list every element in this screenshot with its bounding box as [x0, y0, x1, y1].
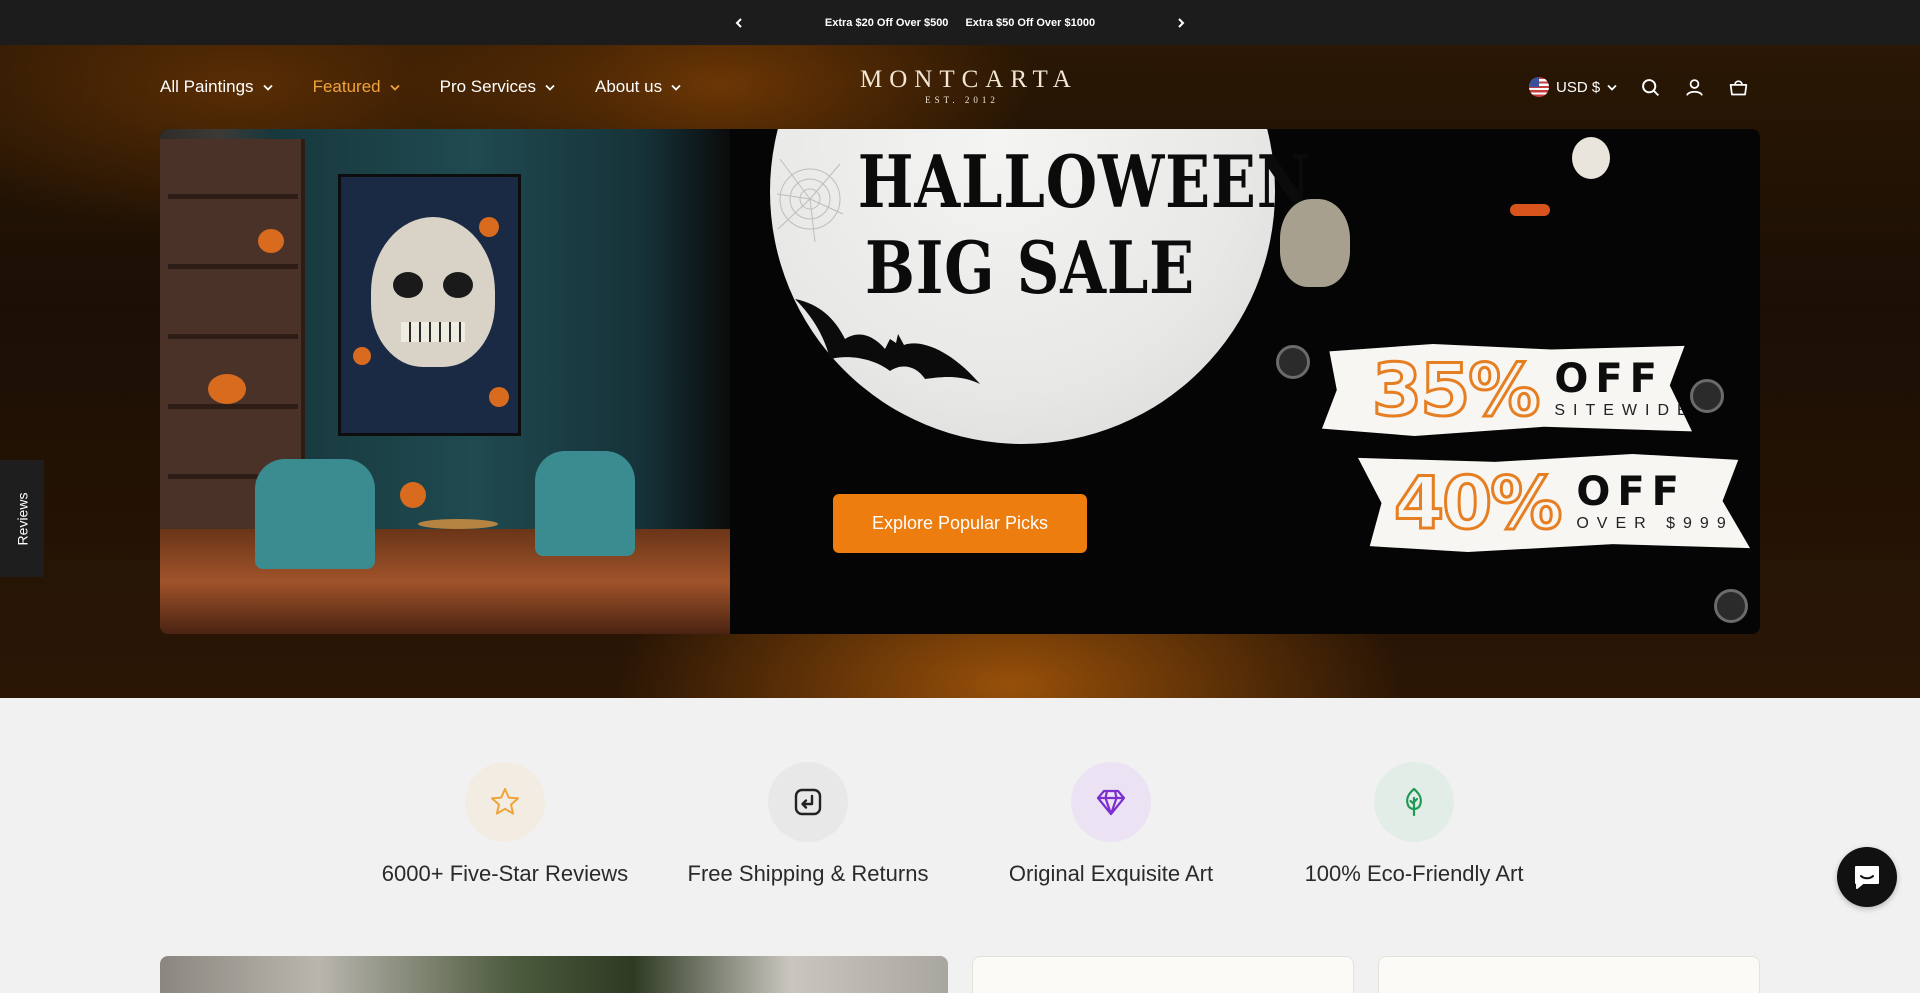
- nav-all-paintings[interactable]: All Paintings: [160, 70, 273, 104]
- announcement-message: Extra $20 Off Over $500: [824, 16, 949, 29]
- chevron-left-icon: [735, 17, 742, 28]
- chevron-down-icon: [389, 84, 400, 91]
- announcement-message: Extra $50 Off Over $1000: [965, 16, 1096, 29]
- feature-shipping: Free Shipping & Returns: [658, 762, 958, 887]
- nav-label: About us: [594, 77, 663, 96]
- chevron-down-icon: [671, 84, 681, 91]
- tree-icon: [1406, 787, 1422, 817]
- product-card[interactable]: [1378, 956, 1760, 993]
- account-icon: [1685, 78, 1703, 96]
- feature-icon-circle: [768, 762, 848, 842]
- nav-about-us[interactable]: About us: [595, 70, 681, 104]
- product-card[interactable]: [160, 956, 948, 993]
- feature-label: Free Shipping & Returns: [687, 861, 929, 886]
- chevron-down-icon: [262, 84, 273, 91]
- chevron-down-icon: [1607, 84, 1617, 91]
- return-icon: [794, 788, 822, 816]
- us-flag-icon: [1529, 77, 1549, 97]
- banner-room-image: [160, 129, 730, 634]
- site-logo[interactable]: MONTCARTA EST. 2012: [860, 66, 1078, 105]
- reviews-side-tab[interactable]: Reviews: [0, 460, 44, 577]
- spiderweb-icon: [776, 158, 844, 243]
- logo-wordmark: MONTCARTA: [860, 66, 1078, 93]
- nav-label: Featured: [312, 77, 381, 96]
- product-card[interactable]: [972, 956, 1354, 993]
- offer-off-label: OFF: [1576, 469, 1686, 515]
- logo-established: EST. 2012: [925, 95, 999, 105]
- offer-subtext: SITEWIDE: [1554, 402, 1696, 419]
- currency-label: USD $: [1556, 78, 1601, 96]
- feature-icon-circle: [1374, 762, 1454, 842]
- chevron-down-icon: [545, 84, 555, 91]
- chat-button[interactable]: [1837, 847, 1897, 907]
- chevron-right-icon: [1178, 17, 1185, 28]
- nav-label: Pro Services: [439, 77, 536, 96]
- offer-subtext: OVER $999: [1576, 515, 1734, 532]
- currency-selector[interactable]: USD $: [1529, 71, 1617, 103]
- explore-popular-picks-button[interactable]: Explore Popular Picks: [833, 494, 1087, 553]
- nav-label: All Paintings: [160, 77, 254, 96]
- nav-pro-services[interactable]: Pro Services: [440, 70, 555, 104]
- feature-icon-circle: [465, 762, 545, 842]
- account-button[interactable]: [1679, 71, 1709, 103]
- main-nav: All Paintings Featured Pro Services Abou…: [160, 70, 681, 104]
- chat-icon: [1855, 866, 1879, 889]
- offer-percent: 35%: [1370, 347, 1541, 434]
- reviews-tab-label: Reviews: [14, 492, 30, 545]
- offer-tag-sitewide: 35% OFF SITEWIDE: [1322, 344, 1692, 436]
- offer-tag-over-999: 40% OFF OVER $999: [1358, 454, 1750, 552]
- announcement-bar: Extra $20 Off Over $500 Extra $50 Off Ov…: [0, 0, 1920, 45]
- search-icon: [1641, 78, 1659, 96]
- feature-label: Original Exquisite Art: [1008, 861, 1214, 886]
- offer-percent: 40%: [1392, 460, 1563, 547]
- feature-icon-circle: [1071, 762, 1151, 842]
- nav-featured[interactable]: Featured: [313, 70, 400, 104]
- feature-label: 100% Eco-Friendly Art: [1304, 861, 1524, 886]
- bat-icon: [795, 299, 980, 384]
- cart-button[interactable]: [1723, 71, 1753, 103]
- hero-banner[interactable]: HALLOWEEN BIG SALE 35% OFF SITEWIDE 40% …: [160, 129, 1760, 634]
- star-icon: [491, 788, 519, 815]
- header-actions: USD $: [1529, 71, 1753, 103]
- cart-icon: [1729, 79, 1747, 95]
- feature-eco-friendly: 100% Eco-Friendly Art: [1264, 762, 1564, 887]
- announcement-prev-button[interactable]: [724, 0, 754, 45]
- skull-painting-graphic: [338, 174, 521, 436]
- feature-label: 6000+ Five-Star Reviews: [381, 861, 629, 886]
- offer-off-label: OFF: [1554, 356, 1664, 402]
- sale-title-line: HALLOWEEN: [857, 139, 1312, 224]
- search-button[interactable]: [1635, 71, 1665, 103]
- feature-original-art: Original Exquisite Art: [961, 762, 1261, 887]
- announcement-next-button[interactable]: [1166, 0, 1196, 45]
- feature-reviews: 6000+ Five-Star Reviews: [355, 762, 655, 887]
- diamond-icon: [1096, 789, 1126, 816]
